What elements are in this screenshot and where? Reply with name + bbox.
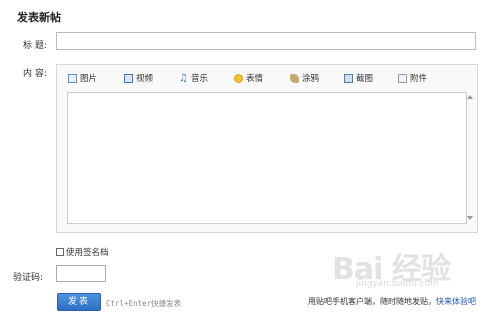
title-label: 标 题: <box>23 41 47 51</box>
submit-button[interactable]: 发表 <box>57 293 101 311</box>
promo-text: 用贴吧手机客户端，随时随地发贴， <box>308 297 436 306</box>
toolbar-attachment-label: 附件 <box>410 74 428 84</box>
promo-link[interactable]: 快来体验吧 <box>436 297 476 306</box>
video-icon <box>124 73 133 83</box>
doodle-icon <box>290 73 299 83</box>
picture-icon <box>68 73 77 83</box>
toolbar-music-button[interactable]: ♫ 音乐 <box>179 72 208 84</box>
toolbar-doodle-label: 涂鸦 <box>302 74 320 84</box>
captcha-input[interactable] <box>56 265 106 282</box>
toolbar-picture-label: 图片 <box>80 74 98 84</box>
scroll-up-arrow-icon[interactable] <box>467 95 473 99</box>
toolbar-video-label: 视频 <box>136 74 154 84</box>
attachment-icon <box>398 73 407 83</box>
shortcut-hint: Ctrl+Enter快捷发表 <box>106 299 182 308</box>
toolbar-doodle-button[interactable]: 涂鸦 <box>290 72 319 84</box>
editor-scrollbar[interactable] <box>467 95 475 220</box>
toolbar-video-button[interactable]: 视频 <box>124 72 153 84</box>
toolbar-emoticon-button[interactable]: 表情 <box>234 72 263 84</box>
watermark-url: jingyan.baidu.com <box>356 279 440 289</box>
toolbar-picture-button[interactable]: 图片 <box>68 72 97 84</box>
toolbar-screenshot-button[interactable]: 截图 <box>344 72 373 84</box>
mobile-client-promo: 用贴吧手机客户端，随时随地发贴，快来体验吧 <box>308 296 476 307</box>
signature-option[interactable]: 使用签名档 <box>56 246 109 258</box>
content-editor: 图片 视频 ♫ 音乐 表情 涂鸦 截图 附件 <box>56 64 478 233</box>
page-title: 发表新帖 <box>17 11 61 24</box>
scroll-down-arrow-icon[interactable] <box>467 216 473 220</box>
captcha-label: 验证码: <box>13 273 44 283</box>
toolbar-emoticon-label: 表情 <box>246 74 264 84</box>
toolbar-music-label: 音乐 <box>190 74 208 84</box>
signature-checkbox[interactable] <box>56 248 64 256</box>
editor-toolbar: 图片 视频 ♫ 音乐 表情 涂鸦 截图 附件 <box>57 65 477 89</box>
signature-label: 使用签名档 <box>66 248 109 258</box>
content-label: 内 容: <box>23 69 47 79</box>
toolbar-screenshot-label: 截图 <box>356 74 374 84</box>
screenshot-icon <box>344 73 353 83</box>
toolbar-attachment-button[interactable]: 附件 <box>398 72 427 84</box>
content-textarea[interactable] <box>67 92 467 224</box>
title-input[interactable] <box>56 32 476 50</box>
music-icon: ♫ <box>179 72 188 84</box>
emoticon-icon <box>234 73 243 83</box>
